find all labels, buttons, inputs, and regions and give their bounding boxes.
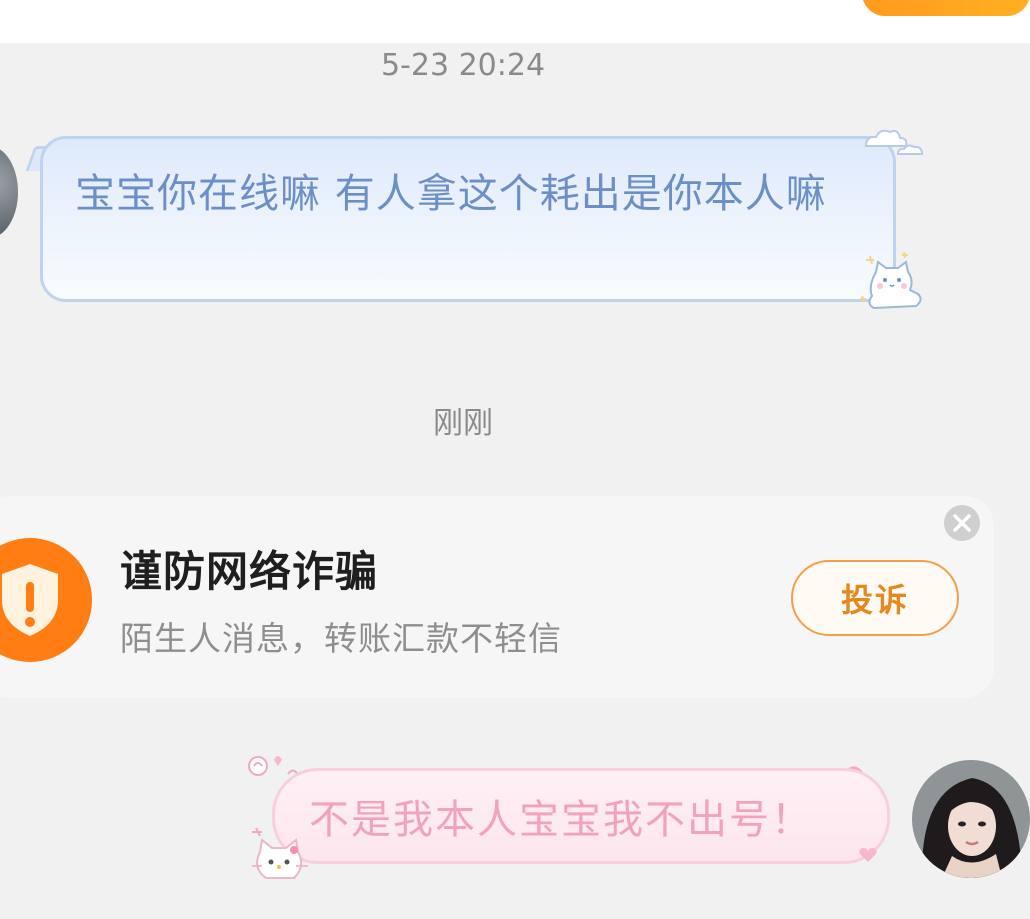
top-bar — [0, 0, 1030, 43]
cat-icon — [860, 251, 922, 310]
warning-subtitle: 陌生人消息，转账汇款不轻信 — [120, 619, 562, 658]
outgoing-message-bubble[interactable]: 不是我本人宝宝我不出号！ — [272, 768, 890, 864]
incoming-message-text: 宝宝你在线嘛 有人拿这个耗出是你本人嘛 — [75, 171, 827, 217]
kitty-icon — [252, 827, 308, 879]
user-avatar[interactable] — [912, 760, 1030, 878]
incoming-message-bubble[interactable]: 宝宝你在线嘛 有人拿这个耗出是你本人嘛 — [40, 136, 896, 302]
warning-title: 谨防网络诈骗 — [120, 547, 379, 596]
outgoing-message-text: 不是我本人宝宝我不出号！ — [309, 797, 813, 843]
report-button[interactable]: 投诉 — [791, 560, 959, 636]
top-action-button[interactable] — [862, 0, 1030, 16]
contact-avatar[interactable] — [0, 146, 18, 238]
cloud-icon — [864, 129, 924, 155]
message-timestamp: 5-23 20:24 — [380, 48, 546, 83]
heart-decoration — [859, 848, 877, 862]
message-timestamp-recent: 刚刚 — [433, 406, 493, 441]
close-icon[interactable] — [944, 505, 980, 541]
shield-exclamation-icon — [0, 538, 92, 662]
